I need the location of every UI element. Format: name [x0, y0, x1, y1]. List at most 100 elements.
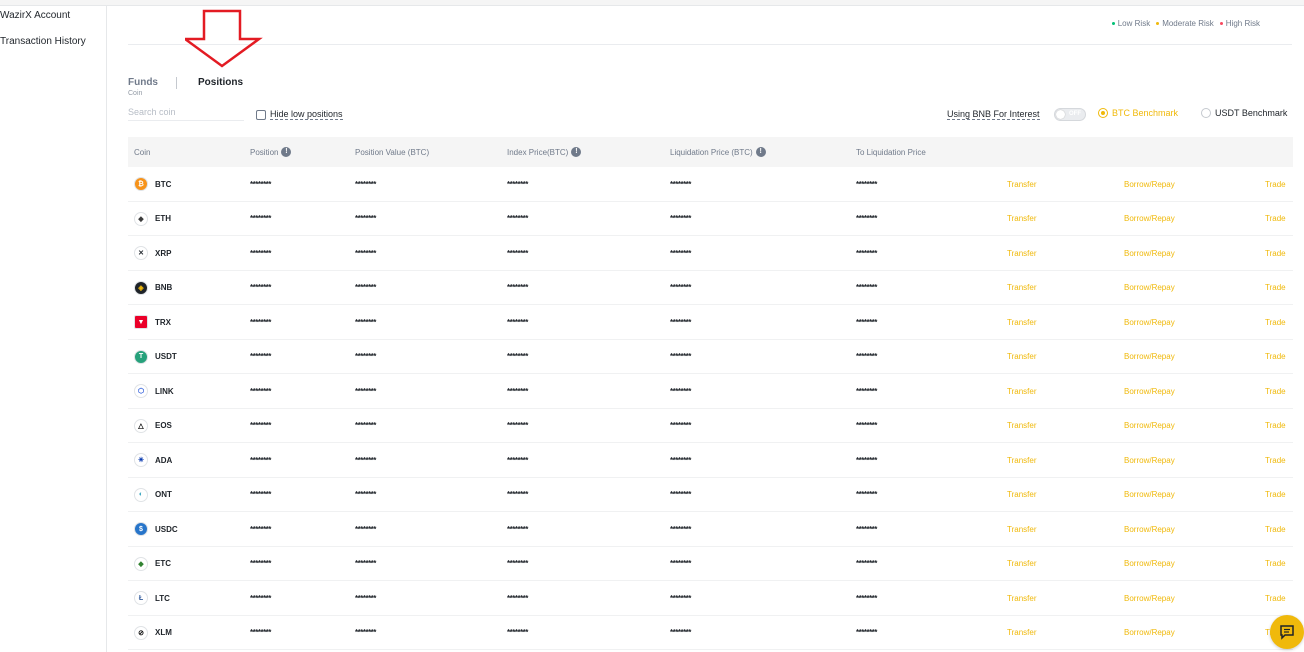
sidebar-item-wazirx-account[interactable]: WazirX Account: [0, 10, 70, 21]
borrow-repay-link[interactable]: Borrow/Repay: [1124, 525, 1175, 534]
transfer-cell: Transfer: [1007, 581, 1037, 615]
borrow-repay-link[interactable]: Borrow/Repay: [1124, 559, 1175, 568]
trade-link[interactable]: Trade: [1265, 214, 1286, 223]
ada-icon: ✳: [134, 453, 148, 467]
borrow-repay-link[interactable]: Borrow/Repay: [1124, 387, 1175, 396]
position-cell: ********: [250, 581, 271, 615]
transfer-link[interactable]: Transfer: [1007, 214, 1037, 223]
tab-funds[interactable]: Funds: [128, 77, 158, 88]
trade-link[interactable]: Trade: [1265, 421, 1286, 430]
borrow-repay-link[interactable]: Borrow/Repay: [1124, 628, 1175, 637]
table-row: ⬡ LINK ******** ******** ******** ******** ***…: [128, 374, 1293, 409]
table-header: Coin Position! Position Value (BTC) Inde…: [128, 137, 1293, 167]
transfer-link[interactable]: Transfer: [1007, 559, 1037, 568]
masked-value: ********: [670, 283, 691, 292]
transfer-link[interactable]: Transfer: [1007, 594, 1037, 603]
masked-value: ********: [250, 283, 271, 292]
borrow-repay-link[interactable]: Borrow/Repay: [1124, 283, 1175, 292]
transfer-link[interactable]: Transfer: [1007, 490, 1037, 499]
index-price-cell: ********: [507, 236, 528, 270]
header-coin: Coin: [134, 137, 150, 167]
coin-cell: ₿ BTC: [134, 167, 171, 201]
position-value-cell: ********: [355, 340, 376, 374]
borrow-repay-link[interactable]: Borrow/Repay: [1124, 214, 1175, 223]
radio-unselected-icon: [1201, 108, 1211, 118]
coin-name: EOS: [155, 421, 172, 430]
info-icon[interactable]: !: [571, 147, 582, 157]
table-row: ◈ BNB ******** ******** ******** ******** ****…: [128, 271, 1293, 305]
masked-value: ********: [856, 524, 877, 534]
trade-link[interactable]: Trade: [1265, 180, 1286, 189]
transfer-link[interactable]: Transfer: [1007, 387, 1037, 396]
borrow-repay-link[interactable]: Borrow/Repay: [1124, 352, 1175, 361]
masked-value: ********: [507, 352, 528, 361]
borrow-repay-link[interactable]: Borrow/Repay: [1124, 490, 1175, 499]
borrow-repay-link[interactable]: Borrow/Repay: [1124, 421, 1175, 430]
borrow-repay-cell: Borrow/Repay: [1124, 202, 1175, 236]
search-input[interactable]: [128, 103, 244, 121]
masked-value: ********: [355, 352, 376, 361]
masked-value: ********: [250, 524, 271, 534]
transfer-link[interactable]: Transfer: [1007, 180, 1037, 189]
borrow-repay-link[interactable]: Borrow/Repay: [1124, 249, 1175, 258]
index-price-cell: ********: [507, 374, 528, 408]
masked-value: ********: [250, 248, 271, 258]
trade-link[interactable]: Trade: [1265, 456, 1286, 465]
etc-icon: ◆: [134, 556, 148, 571]
masked-value: ********: [856, 628, 877, 637]
transfer-link[interactable]: Transfer: [1007, 525, 1037, 534]
masked-value: ********: [355, 248, 376, 258]
borrow-repay-cell: Borrow/Repay: [1124, 581, 1175, 615]
transfer-link[interactable]: Transfer: [1007, 318, 1037, 327]
trade-link[interactable]: Trade: [1265, 249, 1286, 258]
borrow-repay-link[interactable]: Borrow/Repay: [1124, 456, 1175, 465]
transfer-link[interactable]: Transfer: [1007, 249, 1037, 258]
info-icon[interactable]: !: [281, 147, 292, 157]
bnb-interest-toggle[interactable]: OFF: [1054, 108, 1086, 121]
info-icon[interactable]: !: [755, 147, 766, 157]
trade-cell: Trade: [1265, 547, 1286, 581]
hide-low-positions[interactable]: Hide low positions: [256, 109, 343, 120]
chat-support-button[interactable]: [1270, 615, 1304, 649]
position-cell: ********: [250, 409, 271, 443]
masked-value: ********: [250, 559, 271, 568]
hide-low-checkbox[interactable]: [256, 109, 266, 120]
coin-name: TRX: [155, 317, 171, 327]
borrow-repay-link[interactable]: Borrow/Repay: [1124, 594, 1175, 603]
trade-link[interactable]: Trade: [1265, 283, 1286, 292]
coin-cell: ◆ ETC: [134, 547, 171, 581]
trade-link[interactable]: Trade: [1265, 594, 1286, 603]
trade-link[interactable]: Trade: [1265, 525, 1286, 534]
btc-benchmark-radio[interactable]: BTC Benchmark: [1098, 108, 1178, 118]
masked-value: ********: [670, 628, 691, 637]
usdt-benchmark-radio[interactable]: USDT Benchmark: [1201, 108, 1287, 118]
transfer-link[interactable]: Transfer: [1007, 628, 1037, 637]
table-row: Ł LTC ******** ******** ******** ******** ****…: [128, 581, 1293, 616]
transfer-link[interactable]: Transfer: [1007, 456, 1037, 465]
table-row: ▼ TRX ******** ******** ******** ******** ****…: [128, 305, 1293, 340]
trade-cell: Trade: [1265, 478, 1286, 512]
index-price-cell: ********: [507, 512, 528, 546]
masked-value: ********: [856, 352, 877, 361]
liquidation-price-cell: ********: [670, 581, 691, 615]
trade-link[interactable]: Trade: [1265, 559, 1286, 568]
masked-value: ********: [856, 559, 877, 568]
masked-value: ********: [250, 179, 271, 189]
liquidation-price-cell: ********: [670, 305, 691, 339]
transfer-link[interactable]: Transfer: [1007, 421, 1037, 430]
masked-value: ********: [507, 593, 528, 603]
trade-link[interactable]: Trade: [1265, 387, 1286, 396]
trade-link[interactable]: Trade: [1265, 318, 1286, 327]
masked-value: ********: [250, 593, 271, 603]
tab-positions[interactable]: Positions: [198, 77, 243, 88]
borrow-repay-link[interactable]: Borrow/Repay: [1124, 318, 1175, 327]
trade-link[interactable]: Trade: [1265, 490, 1286, 499]
transfer-link[interactable]: Transfer: [1007, 283, 1037, 292]
link-icon: ⬡: [134, 384, 148, 398]
transfer-link[interactable]: Transfer: [1007, 352, 1037, 361]
to-liquidation-cell: ********: [856, 547, 877, 581]
position-value-cell: ********: [355, 167, 376, 201]
trade-link[interactable]: Trade: [1265, 352, 1286, 361]
sidebar-item-transaction-history[interactable]: Transaction History: [0, 36, 86, 47]
borrow-repay-link[interactable]: Borrow/Repay: [1124, 180, 1175, 189]
